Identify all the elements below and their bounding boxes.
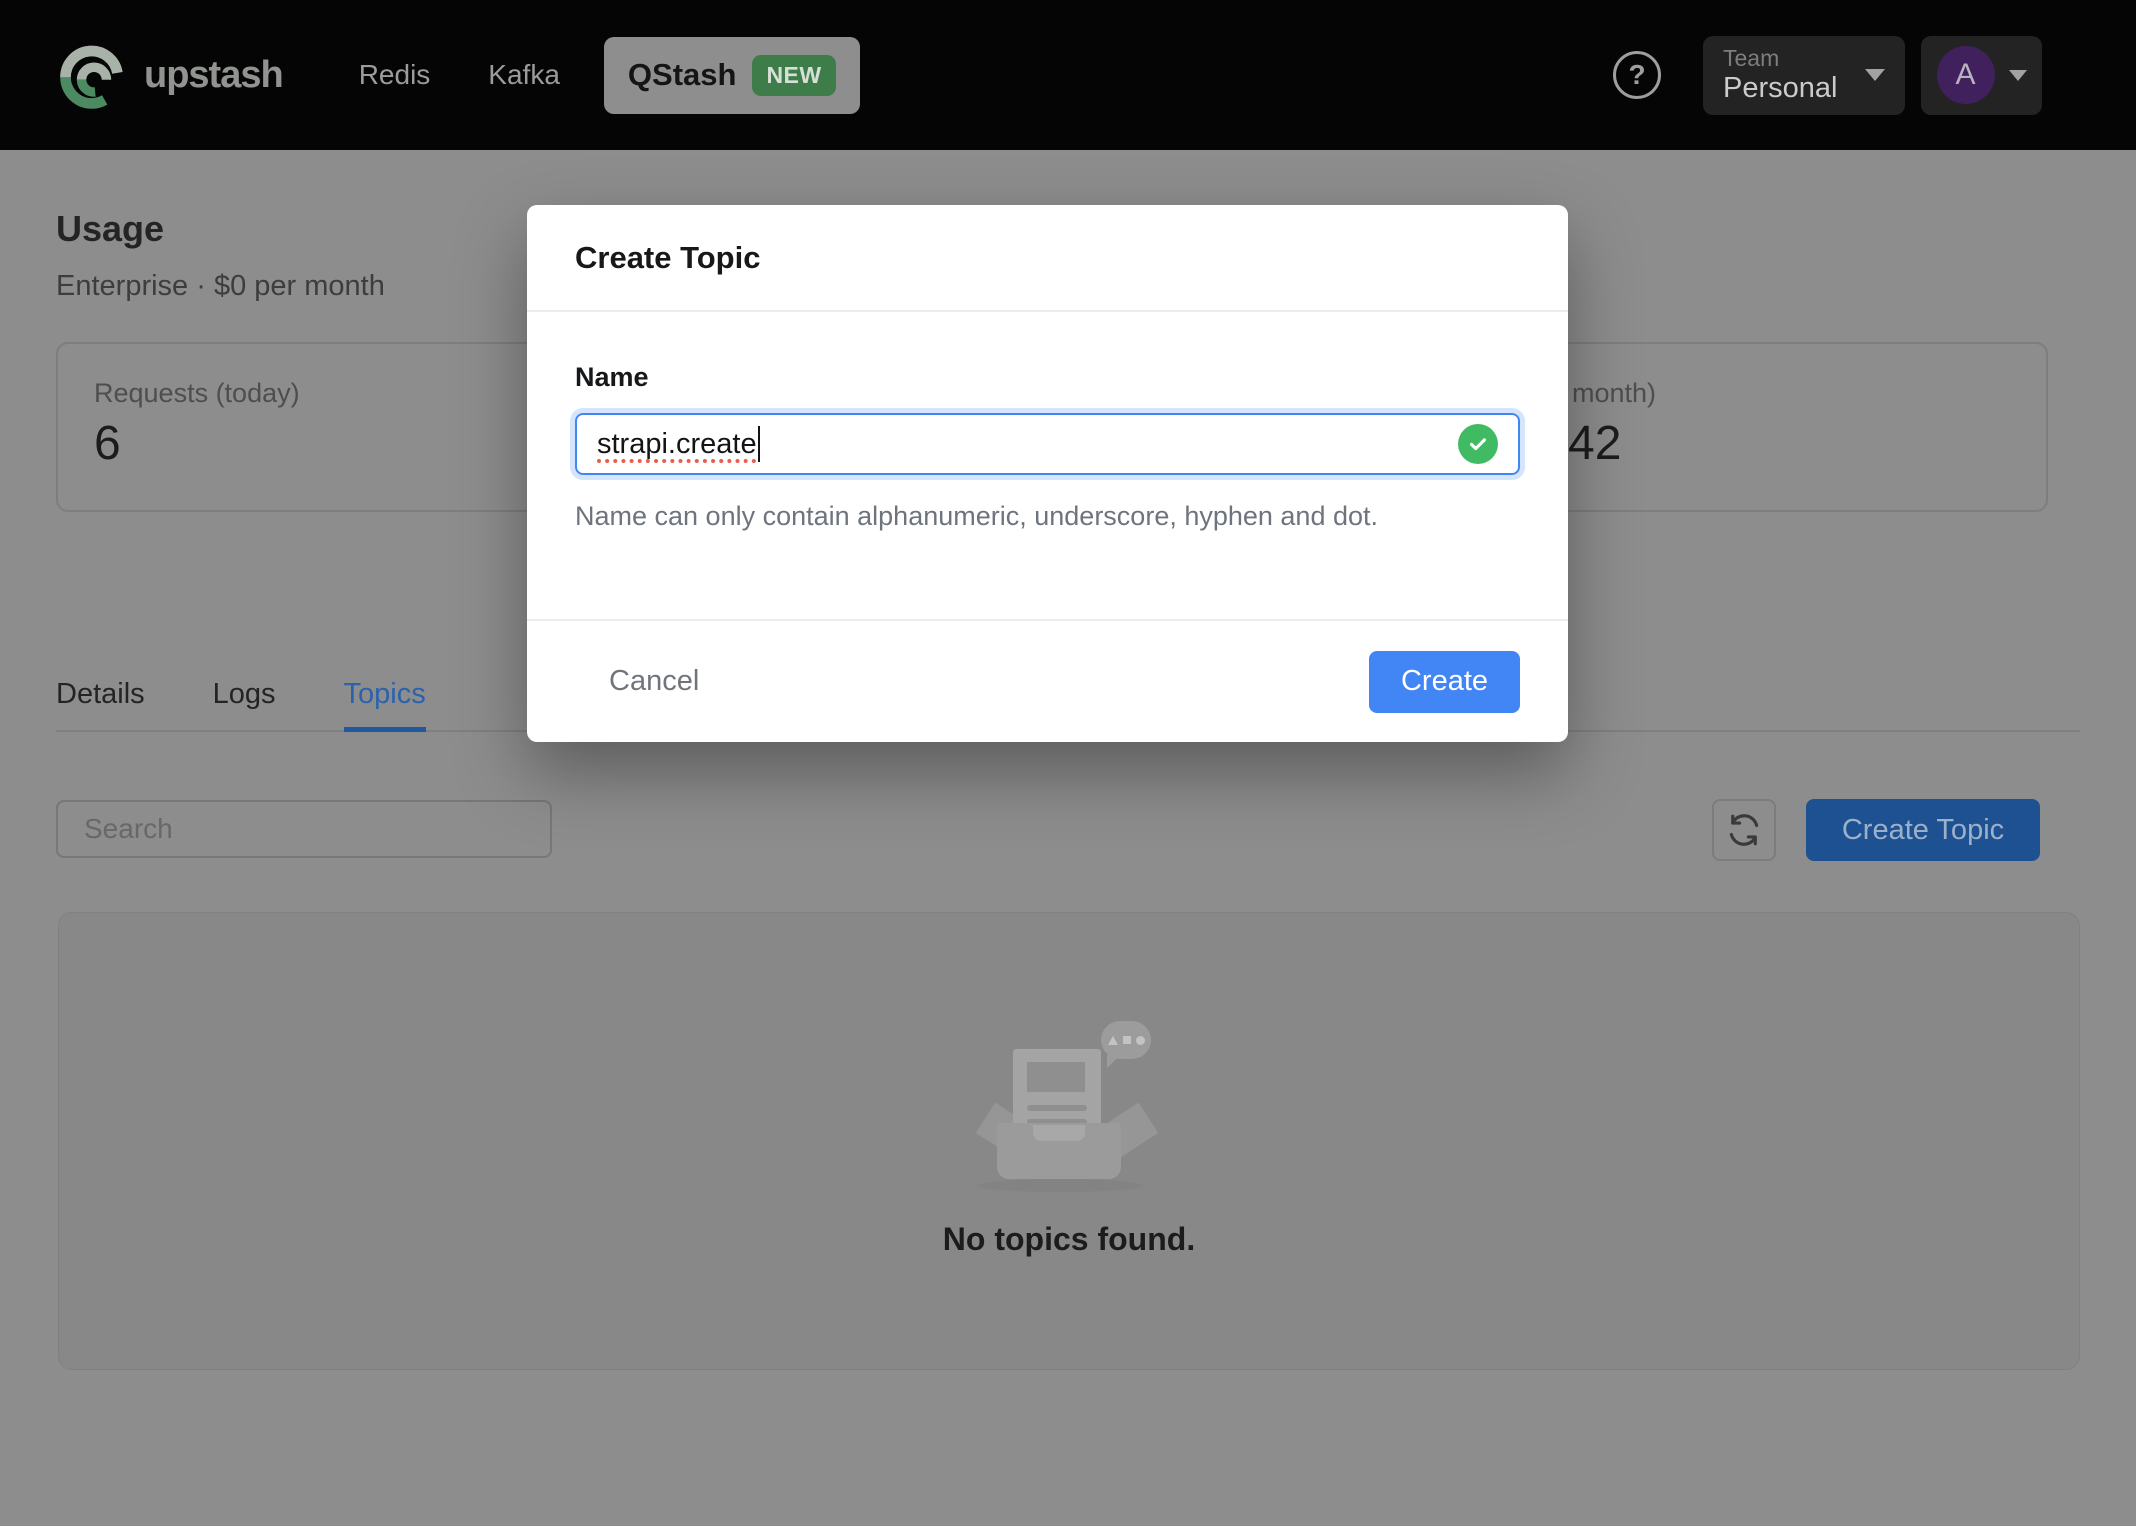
team-selector-value: Personal	[1723, 72, 1837, 105]
nav-kafka[interactable]: Kafka	[488, 59, 560, 91]
search-input[interactable]	[56, 800, 552, 858]
bubble-dot	[1136, 1036, 1145, 1045]
section-tabs: Details Logs Topics	[56, 678, 426, 711]
modal-title: Create Topic	[575, 240, 760, 276]
valid-check-icon	[1458, 424, 1498, 464]
brand-name: upstash	[144, 54, 283, 97]
card-value: 6	[94, 416, 121, 471]
team-selector-texts: Team Personal	[1723, 45, 1837, 105]
chevron-down-icon	[2009, 70, 2027, 81]
modal-header: Create Topic	[527, 205, 1568, 312]
empty-inbox-illustration	[949, 1021, 1189, 1191]
topic-name-value: strapi.create	[597, 428, 757, 461]
create-topic-modal: Create Topic Name strapi.create Name can…	[527, 205, 1568, 742]
plan-subtitle: Enterprise · $0 per month	[56, 270, 385, 303]
topic-name-input[interactable]: strapi.create	[575, 413, 1520, 475]
document-header-block	[1027, 1062, 1085, 1092]
card-label: Requests (today)	[94, 378, 300, 409]
card-value-fragment: 42	[1568, 416, 1621, 471]
name-helper-text: Name can only contain alphanumeric, unde…	[575, 501, 1520, 532]
brand-home-link[interactable]: upstash	[56, 37, 283, 113]
team-selector-label: Team	[1723, 45, 1837, 71]
card-label-fragment: month)	[1572, 378, 1656, 409]
empty-state-message: No topics found.	[59, 1221, 2079, 1258]
nav-qstash[interactable]: QStash NEW	[604, 37, 860, 114]
product-nav: Redis Kafka QStash NEW	[359, 37, 860, 114]
modal-footer: Cancel Create	[527, 619, 1568, 742]
bubble-dot	[1123, 1036, 1131, 1044]
tab-details[interactable]: Details	[56, 678, 145, 711]
header-right: ? Team Personal A	[1613, 36, 2042, 115]
inbox-tray-icon	[997, 1123, 1121, 1179]
chevron-down-icon	[1865, 69, 1885, 81]
cancel-button[interactable]: Cancel	[609, 665, 699, 698]
nav-qstash-label: QStash	[628, 57, 737, 93]
modal-body: Name strapi.create Name can only contain…	[527, 362, 1568, 532]
bubble-dot	[1108, 1036, 1118, 1045]
box-shadow	[977, 1179, 1143, 1192]
nav-redis[interactable]: Redis	[359, 59, 431, 91]
tray-notch	[1033, 1125, 1085, 1141]
help-button[interactable]: ?	[1613, 51, 1661, 99]
refresh-icon	[1726, 812, 1762, 848]
top-navigation: upstash Redis Kafka QStash NEW ? Team Pe…	[0, 0, 2136, 150]
text-cursor	[758, 426, 760, 462]
account-menu-button[interactable]: A	[1921, 36, 2042, 115]
create-topic-toolbar-button[interactable]: Create Topic	[1806, 799, 2040, 861]
new-badge: NEW	[752, 55, 835, 96]
question-mark-icon: ?	[1628, 59, 1645, 91]
upstash-logo-icon	[56, 37, 132, 113]
document-line	[1027, 1105, 1087, 1111]
create-button[interactable]: Create	[1369, 651, 1520, 713]
active-tab-underline	[344, 727, 426, 732]
team-selector[interactable]: Team Personal	[1703, 36, 1905, 115]
page-title: Usage	[56, 208, 164, 250]
speech-bubble-icon	[1101, 1021, 1151, 1059]
topics-empty-state: No topics found.	[58, 912, 2080, 1370]
refresh-button[interactable]	[1712, 799, 1776, 861]
tab-logs[interactable]: Logs	[213, 678, 276, 711]
avatar: A	[1937, 46, 1995, 104]
tab-topics[interactable]: Topics	[344, 678, 426, 711]
name-field-label: Name	[575, 362, 1520, 393]
